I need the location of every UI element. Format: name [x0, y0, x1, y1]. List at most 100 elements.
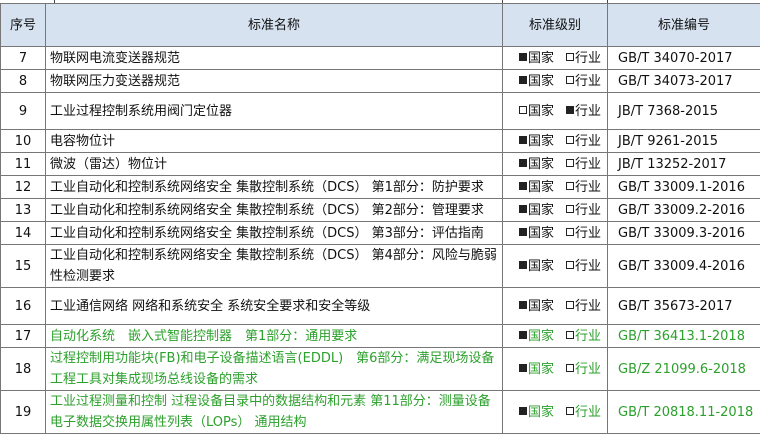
national-option: 国家: [519, 299, 554, 314]
cell-seq: 19: [0, 390, 46, 434]
checked-box-icon: [519, 181, 527, 190]
checked-box-icon: [519, 363, 527, 372]
national-label: 国家: [528, 50, 555, 66]
industry-label: 行业: [575, 298, 602, 314]
cell-code: GB/T 33009.2-2016: [607, 198, 760, 222]
national-label: 国家: [528, 298, 555, 314]
cell-level: 国家 行业: [502, 221, 608, 245]
cell-level: 国家 行业: [502, 347, 608, 391]
industry-option: 行业: [566, 74, 601, 89]
industry-label: 行业: [575, 156, 602, 172]
cell-seq: 18: [0, 347, 46, 391]
industry-label: 行业: [575, 202, 602, 218]
table-header-row: 序号 标准名称 标准级别 标准编号: [0, 3, 760, 47]
national-option: 国家: [519, 329, 554, 344]
industry-option: 行业: [566, 134, 601, 149]
cell-seq: 12: [0, 175, 46, 199]
table-row: 7 物联网电流变送器规范 国家 行业 GB/T 34070-2017: [0, 46, 760, 70]
table-row: 14 工业自动化和控制系统网络安全 集散控制系统（DCS） 第3部分：评估指南 国家…: [0, 221, 760, 245]
industry-label: 行业: [575, 225, 602, 241]
industry-option: 行业: [566, 51, 601, 66]
cell-name: 工业过程控制系统用阀门定位器: [45, 92, 503, 130]
cell-seq: 11: [0, 152, 46, 176]
table-row: 18 过程控制用功能块(FB)和电子设备描述语言(EDDL) 第6部分：满足现场设…: [0, 347, 760, 391]
checked-box-icon: [519, 227, 527, 236]
checked-box-icon: [519, 330, 527, 339]
national-option: 国家: [519, 226, 554, 241]
national-label: 国家: [528, 404, 555, 420]
cell-name: 工业自动化和控制系统网络安全 集散控制系统（DCS） 第4部分：风险与脆弱性检测…: [45, 244, 503, 288]
industry-label: 行业: [575, 179, 602, 195]
cell-seq: 8: [0, 69, 46, 93]
cell-name: 物联网压力变送器规范: [45, 69, 503, 93]
unchecked-box-icon: [519, 105, 527, 114]
unchecked-box-icon: [566, 52, 575, 61]
table-row: 8 物联网压力变送器规范 国家 行业 GB/T 34073-2017: [0, 69, 760, 93]
cell-seq: 15: [0, 244, 46, 288]
national-option: 国家: [519, 362, 554, 377]
industry-option: 行业: [566, 104, 601, 119]
checked-box-icon: [519, 204, 527, 213]
checked-box-icon: [519, 135, 527, 144]
cell-code: GB/T 33009.4-2016: [607, 244, 760, 288]
table-row: 16 工业通信网络 网络和系统安全 系统安全要求和安全等级 国家 行业 GB/T 356…: [0, 287, 760, 325]
standards-table: 序号 标准名称 标准级别 标准编号 7 物联网电流变送器规范 国家 行业 GB/T 34…: [0, 3, 760, 434]
table-row: 19 工业过程测量和控制 过程设备目录中的数据结构和元素 第11部分：测量设备电子…: [0, 390, 760, 434]
cell-name: 电容物位计: [45, 129, 503, 153]
checked-box-icon: [519, 75, 527, 84]
unchecked-box-icon: [566, 181, 575, 190]
cell-name: 自动化系统 嵌入式智能控制器 第1部分：通用要求: [45, 324, 503, 348]
checked-box-icon: [519, 300, 527, 309]
cell-level: 国家 行业: [502, 69, 608, 93]
industry-option: 行业: [566, 362, 601, 377]
cell-name: 微波（雷达）物位计: [45, 152, 503, 176]
unchecked-box-icon: [566, 330, 575, 339]
cell-seq: 16: [0, 287, 46, 325]
industry-option: 行业: [566, 157, 601, 172]
industry-option: 行业: [566, 259, 601, 274]
cell-code: GB/T 36413.1-2018: [607, 324, 760, 348]
cell-name: 工业通信网络 网络和系统安全 系统安全要求和安全等级: [45, 287, 503, 325]
table-row: 12 工业自动化和控制系统网络安全 集散控制系统（DCS） 第1部分：防护要求 国家…: [0, 175, 760, 199]
table-row: 17 自动化系统 嵌入式智能控制器 第1部分：通用要求 国家 行业 GB/T 36413…: [0, 324, 760, 348]
industry-option: 行业: [566, 226, 601, 241]
cell-name: 工业自动化和控制系统网络安全 集散控制系统（DCS） 第1部分：防护要求: [45, 175, 503, 199]
national-option: 国家: [519, 74, 554, 89]
unchecked-box-icon: [566, 300, 575, 309]
unchecked-box-icon: [566, 363, 575, 372]
industry-label: 行业: [575, 133, 602, 149]
cell-level: 国家 行业: [502, 152, 608, 176]
national-label: 国家: [528, 225, 555, 241]
cell-code: JB/T 13252-2017: [607, 152, 760, 176]
cell-name: 工业过程测量和控制 过程设备目录中的数据结构和元素 第11部分：测量设备电子数据…: [45, 390, 503, 434]
unchecked-box-icon: [566, 227, 575, 236]
table-row: 10 电容物位计 国家 行业 JB/T 9261-2015: [0, 129, 760, 153]
cell-name: 物联网电流变送器规范: [45, 46, 503, 70]
cell-level: 国家 行业: [502, 129, 608, 153]
cell-name: 工业自动化和控制系统网络安全 集散控制系统（DCS） 第2部分：管理要求: [45, 198, 503, 222]
cell-seq: 13: [0, 198, 46, 222]
checked-box-icon: [519, 406, 527, 415]
header-code: 标准编号: [607, 3, 760, 47]
national-label: 国家: [528, 73, 555, 89]
national-label: 国家: [528, 361, 555, 377]
national-label: 国家: [528, 328, 555, 344]
header-name: 标准名称: [45, 3, 503, 47]
cell-level: 国家 行业: [502, 324, 608, 348]
industry-label: 行业: [575, 328, 602, 344]
cell-seq: 9: [0, 92, 46, 130]
checked-box-icon: [519, 260, 527, 269]
cell-level: 国家 行业: [502, 390, 608, 434]
national-option: 国家: [519, 180, 554, 195]
national-label: 国家: [528, 156, 555, 172]
industry-label: 行业: [575, 73, 602, 89]
industry-option: 行业: [566, 405, 601, 420]
cell-level: 国家 行业: [502, 244, 608, 288]
national-option: 国家: [519, 259, 554, 274]
header-seq: 序号: [0, 3, 46, 47]
national-option: 国家: [519, 51, 554, 66]
national-option: 国家: [519, 157, 554, 172]
cell-seq: 7: [0, 46, 46, 70]
industry-option: 行业: [566, 203, 601, 218]
cell-level: 国家 行业: [502, 175, 608, 199]
